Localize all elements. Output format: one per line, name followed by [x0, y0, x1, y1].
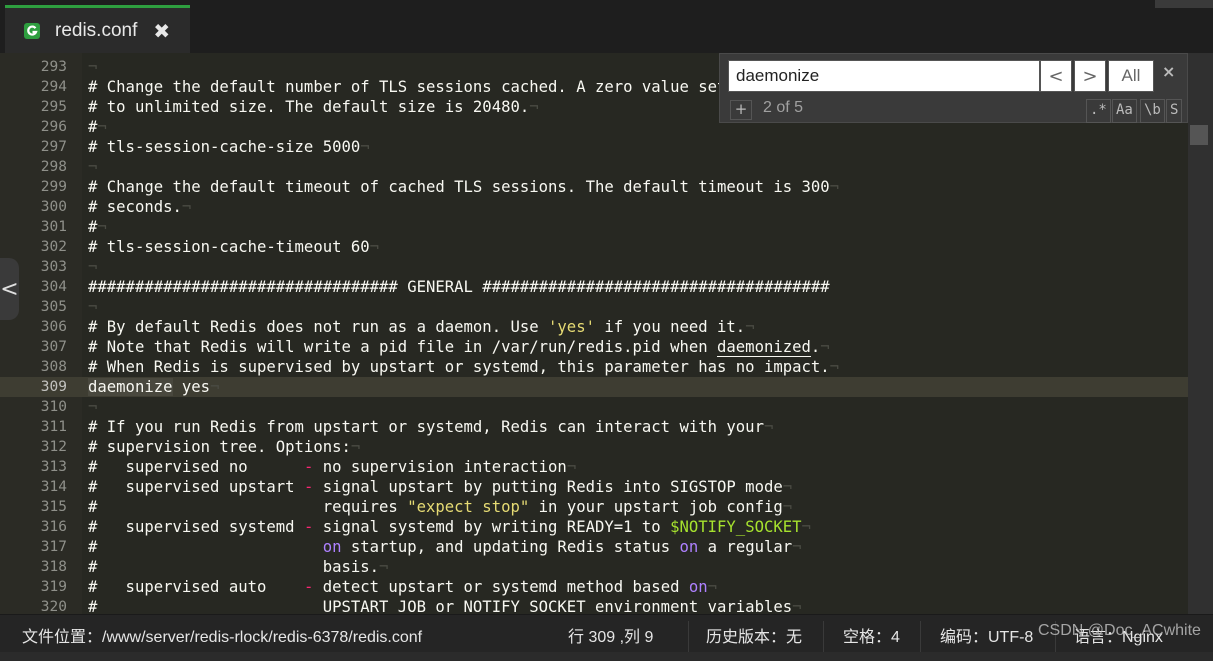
code-line[interactable]: 318 # basis.¬	[0, 557, 1188, 577]
code-line[interactable]: 319 # supervised auto - detect upstart or…	[0, 577, 1188, 597]
find-all-button[interactable]: All	[1108, 60, 1154, 92]
code-line[interactable]: 311 # If you run Redis from upstart or sy…	[0, 417, 1188, 437]
code-line[interactable]: 306 # By default Redis does not run as a …	[0, 317, 1188, 337]
scrollbar-thumb[interactable]	[1190, 125, 1208, 145]
code-line[interactable]: 300 # seconds.¬	[0, 197, 1188, 217]
cursor-position[interactable]: 行 309 ,列 9	[568, 615, 653, 652]
code-line[interactable]: 299 # Change the default timeout of cache…	[0, 177, 1188, 197]
encoding-setting[interactable]: 编码：UTF-8	[940, 615, 1033, 652]
status-divider	[688, 621, 689, 652]
status-divider	[823, 621, 824, 652]
find-previous-icon[interactable]: <	[1040, 60, 1072, 92]
match-count: 2 of 5	[763, 99, 804, 116]
code-line[interactable]: 316 # supervised systemd - signal systemd…	[0, 517, 1188, 537]
close-search-icon[interactable]: ×	[1162, 62, 1175, 81]
indent-setting[interactable]: 空格：4	[843, 615, 900, 652]
code-line[interactable]: 302 # tls-session-cache-timeout 60¬	[0, 237, 1188, 257]
code-line[interactable]: 312 # supervision tree. Options:¬	[0, 437, 1188, 457]
file-type-icon	[24, 22, 40, 39]
file-path: 文件位置：/www/server/redis-rlock/redis-6378/…	[22, 629, 423, 646]
code-line[interactable]: 320 # UPSTART_JOB or NOTIFY_SOCKET enviro…	[0, 597, 1188, 614]
search-panel: < > All × + 2 of 5 .* Aa \b S	[719, 53, 1188, 123]
tab-redis-conf[interactable]: redis.conf ✖	[5, 5, 190, 53]
status-divider	[920, 621, 921, 652]
tab-bar-edge	[1155, 0, 1213, 8]
case-sensitive-toggle[interactable]: Aa	[1112, 99, 1137, 123]
find-next-icon[interactable]: >	[1074, 60, 1106, 92]
search-match: daemonized	[717, 338, 811, 357]
code-line[interactable]: 298 ¬	[0, 157, 1188, 177]
code-line[interactable]: 317 # on startup, and updating Redis stat…	[0, 537, 1188, 557]
in-selection-toggle[interactable]: S	[1166, 99, 1183, 123]
code-line[interactable]: 315 # requires "expect stop" in your upst…	[0, 497, 1188, 517]
code-line[interactable]: 303 ¬	[0, 257, 1188, 277]
watermark: CSDN @Doc_ACwhite	[1038, 622, 1201, 639]
code-line[interactable]: 314 # supervised upstart - signal upstart…	[0, 477, 1188, 497]
tab-bar: redis.conf ✖	[0, 0, 1213, 53]
code-line[interactable]: 308 # When Redis is supervised by upstart…	[0, 357, 1188, 377]
code-line[interactable]: 301 #¬	[0, 217, 1188, 237]
status-bar: 文件位置：/www/server/redis-rlock/redis-6378/…	[0, 614, 1213, 652]
tab-close-icon[interactable]: ✖	[153, 19, 170, 43]
code-line-active[interactable]: 309 daemonize yes¬	[0, 377, 1188, 397]
code-line[interactable]: 297 # tls-session-cache-size 5000¬	[0, 137, 1188, 157]
collapse-sidebar-icon[interactable]: <	[0, 258, 19, 320]
code-line[interactable]: 313 # supervised no - no supervision inte…	[0, 457, 1188, 477]
code-line[interactable]: 304 ################################# GEN…	[0, 277, 1188, 297]
whole-word-toggle[interactable]: \b	[1140, 99, 1165, 123]
code-line[interactable]: 305 ¬	[0, 297, 1188, 317]
search-input[interactable]	[728, 60, 1040, 92]
code-editor[interactable]: 293 ¬ 294 # Change the default number of T…	[0, 53, 1213, 614]
search-match-current: daemonize	[88, 378, 173, 396]
toggle-replace-icon[interactable]: +	[730, 100, 752, 120]
history-version[interactable]: 历史版本：无	[706, 615, 802, 652]
tab-filename: redis.conf	[55, 19, 138, 41]
code-line[interactable]: 310 ¬	[0, 397, 1188, 417]
code-line[interactable]: 307 # Note that Redis will write a pid fi…	[0, 337, 1188, 357]
regex-toggle[interactable]: .*	[1086, 99, 1111, 123]
